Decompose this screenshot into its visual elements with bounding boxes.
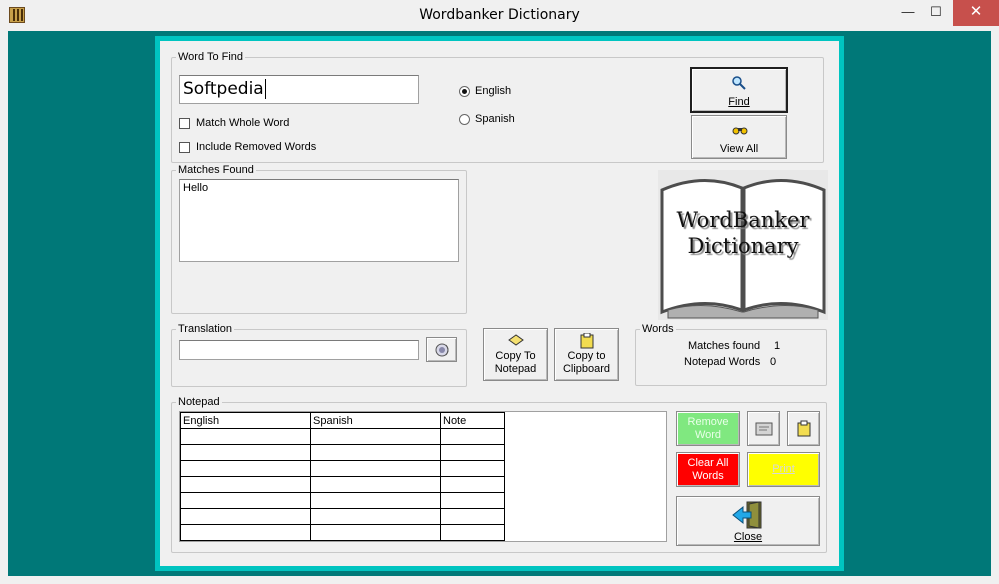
notepad-table-area[interactable]: English Spanish Note [179,411,667,542]
notepad-words-count: 0 [770,356,777,368]
translation-field[interactable] [179,340,419,360]
main-panel: Word To Find Softpedia Match Whole Word … [160,41,839,566]
copy-to-clipboard-button[interactable]: Copy to Clipboard [554,328,619,381]
matches-found-legend: Matches Found [178,164,254,176]
binoculars-icon [732,127,748,135]
match-whole-word-label: Match Whole Word [196,117,290,129]
table-row[interactable] [180,476,505,493]
column-header-english[interactable]: English [180,412,311,429]
english-radio[interactable] [459,86,470,97]
copy-to-clipboard-label-1: Copy to [567,350,606,362]
spanish-radio-label: Spanish [475,113,515,125]
print-button[interactable]: Print [747,452,820,487]
view-all-button-label: View All [719,143,759,155]
logo-title-line1: WordBanker [676,208,810,232]
close-button[interactable]: Close [676,496,820,546]
english-radio-label: English [475,85,512,97]
column-header-spanish[interactable]: Spanish [310,412,441,429]
remove-word-button[interactable]: Remove Word [676,411,740,446]
notepad-words-count-label: Notepad Words [684,356,761,368]
clear-all-label-1: Clear All [687,457,729,469]
match-whole-word-checkbox[interactable] [179,118,190,129]
view-all-button[interactable]: View All [691,115,787,159]
table-row[interactable] [180,524,505,541]
minimize-button[interactable]: — [893,0,923,26]
window-title: Wordbanker Dictionary [419,7,580,23]
table-row[interactable] [180,444,505,461]
copy-to-notepad-button[interactable]: Copy To Notepad [483,328,548,381]
wordbanker-logo: WordBanker Dictionary [658,170,828,320]
word-search-value: Softpedia [183,79,264,99]
include-removed-label: Include Removed Words [196,141,317,153]
table-row[interactable] [180,492,505,509]
speak-button[interactable] [426,337,457,362]
column-header-note[interactable]: Note [440,412,505,429]
words-legend: Words [642,323,674,335]
speaker-icon [435,343,449,357]
print-label: Print [772,463,795,475]
table-row[interactable] [180,428,505,445]
copy-to-notepad-label-2: Notepad [494,363,537,375]
matches-found-count-label: Matches found [688,340,761,352]
maximize-button[interactable]: ☐ [921,0,951,26]
close-window-button[interactable]: ✕ [953,0,999,26]
notepad-icon [508,334,524,346]
remove-word-label-2: Word [694,429,722,441]
notepad-clipboard-button[interactable] [787,411,820,446]
clear-all-words-button[interactable]: Clear All Words [676,452,740,487]
close-button-label: Close [733,531,763,543]
title-bar: Wordbanker Dictionary — ☐ ✕ [0,0,999,31]
clipboard-icon [580,333,594,349]
notepad-table[interactable]: English Spanish Note [180,412,505,541]
notepad-export-button[interactable] [747,411,780,446]
words-group: Words [635,323,827,386]
table-row[interactable] [180,508,505,525]
list-item[interactable]: Hello [183,182,455,194]
find-button[interactable]: Find [690,67,788,113]
notepad-legend: Notepad [178,396,220,408]
table-header-row: English Spanish Note [180,412,505,429]
translation-legend: Translation [178,323,233,335]
copy-to-notepad-label-1: Copy To [495,350,536,362]
clear-all-label-2: Words [692,470,724,482]
document-icon [755,422,773,436]
spanish-radio[interactable] [459,114,470,125]
exit-door-icon [732,501,762,529]
clipboard-icon [797,420,811,437]
copy-to-clipboard-label-2: Clipboard [562,363,611,375]
word-to-find-legend: Word To Find [178,51,244,63]
magnifier-icon [732,76,746,90]
table-row[interactable] [180,460,505,477]
logo-title-line2: Dictionary [687,234,799,258]
find-button-label: Find [728,96,750,108]
remove-word-label-1: Remove [687,416,729,428]
word-search-input[interactable]: Softpedia [179,75,419,104]
matches-found-count: 1 [774,340,781,352]
matches-list[interactable]: Hello [179,179,459,262]
include-removed-checkbox[interactable] [179,142,190,153]
